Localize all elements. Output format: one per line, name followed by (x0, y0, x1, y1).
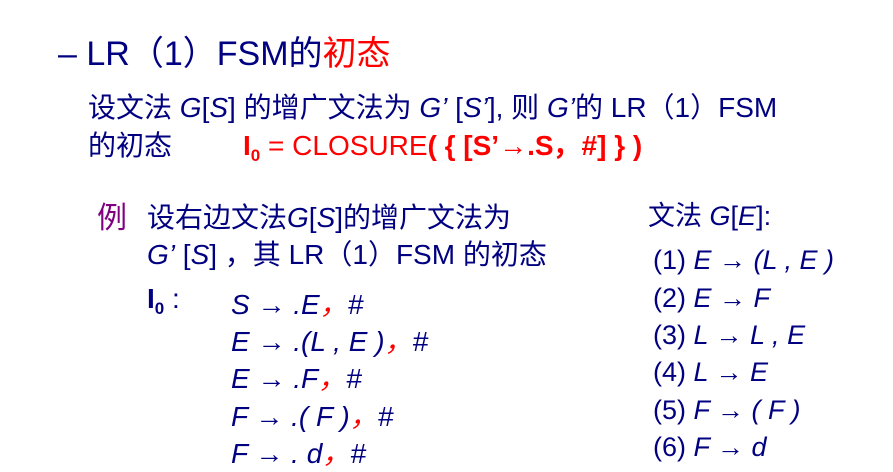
rule-number: (6) (653, 432, 694, 462)
item-production: F → . d (231, 438, 323, 469)
rule-number: (4) (653, 357, 694, 387)
grammar-symbol: G (179, 92, 202, 123)
item-lookahead: # (350, 438, 366, 469)
closure-text: = CLOSURE (260, 130, 428, 161)
item-lookahead: # (346, 363, 362, 394)
example-line-1: 设右边文法G[S]的增广文法为 (147, 196, 511, 236)
augmented-start-symbol: S’ (462, 92, 488, 123)
lr1-item: S → .E，# (231, 283, 363, 323)
state-colon: : (164, 283, 180, 314)
bracket: [ (308, 202, 317, 233)
page-title: – LR（1）FSM的初态 (58, 26, 391, 75)
state-subscript: 0 (154, 299, 165, 318)
augmented-grammar-symbol: G’ (147, 239, 175, 270)
item-separator: ， (322, 438, 351, 469)
grammar-rule: (5) F → ( F ) (653, 395, 801, 426)
start-symbol: S (190, 239, 210, 270)
rule-number: (1) (653, 245, 694, 275)
bracket: ]: (756, 201, 772, 231)
example-text: 设右边文法 (147, 202, 288, 233)
intro-text: ] 的增广文法为 (228, 92, 420, 123)
item-production: F → .( F ) (231, 401, 350, 432)
title-dash: – (58, 35, 77, 73)
item-separator: ， (349, 401, 378, 432)
rule-number: (5) (653, 395, 694, 425)
intro-text: 的初态 (88, 130, 173, 161)
item-lookahead: # (377, 401, 394, 432)
grammar-rule: (3) L → L , E (653, 320, 805, 351)
example-label: 例 (97, 202, 127, 235)
rule-body: F → d (693, 432, 767, 462)
closure-argument: ( { [S’→.S，#] } ) (427, 130, 643, 161)
grammar-rule: (1) E → (L , E ) (653, 245, 834, 276)
title-text: LR（1）FSM的 (86, 35, 323, 73)
item-production: S → .E (231, 289, 320, 320)
start-symbol: E (738, 201, 757, 231)
lr1-item: E → .(L , E )，# (231, 320, 428, 360)
lr1-item: F → . d，# (231, 432, 366, 472)
grammar-symbol: G (287, 202, 309, 233)
rule-number: (2) (653, 283, 694, 313)
intro-line-2: 的初态 (88, 124, 172, 164)
bracket: [ (175, 239, 191, 270)
rule-body: E → F (693, 283, 771, 313)
rule-body: E → (L , E ) (693, 245, 835, 275)
rule-body: L → E (693, 357, 769, 387)
example-text: ]的增广文法为 (335, 202, 512, 233)
intro-text: 的 LR（1）FSM (574, 92, 778, 123)
rule-number: (3) (653, 320, 694, 350)
intro-line-1: 设文法 G[S] 的增广文法为 G’ [S’], 则 G’的 LR（1）FSM (88, 86, 777, 126)
item-production: E → .(L , E ) (231, 326, 385, 357)
state-name: I (147, 283, 155, 314)
grammar-symbol: G (709, 201, 731, 231)
intro-text: ], 则 (487, 92, 547, 123)
augmented-grammar-symbol: G’ (419, 92, 448, 123)
grammar-rule: (4) L → E (653, 357, 768, 388)
grammar-rule: (2) E → F (653, 283, 770, 314)
example-line-2: G’ [S] ，其 LR（1）FSM 的初态 (147, 233, 547, 273)
item-production: E → .F (231, 363, 319, 394)
state-name: I (243, 130, 251, 161)
start-symbol: S (209, 92, 229, 123)
example-text: ] ，其 LR（1）FSM 的初态 (209, 239, 547, 270)
rule-body: L → L , E (693, 320, 806, 350)
grammar-rule: (6) F → d (653, 432, 767, 463)
title-highlight: 初态 (322, 35, 391, 73)
bracket: [ (447, 92, 463, 123)
lr1-item: E → .F，# (231, 357, 362, 397)
intro-text: 设文法 (88, 92, 180, 123)
start-symbol: S (316, 202, 336, 233)
grammar-title: 文法 G[E]: (648, 194, 771, 233)
lr1-item: F → .( F )，# (231, 395, 393, 435)
state-subscript: 0 (250, 146, 261, 165)
grammar-title-text: 文法 (648, 201, 710, 231)
rule-body: F → ( F ) (693, 395, 801, 425)
item-separator: ， (384, 326, 413, 357)
item-separator: ， (319, 289, 348, 320)
closure-formula: I0 = CLOSURE( { [S’→.S，#] } ) (243, 124, 642, 166)
item-lookahead: # (347, 289, 364, 320)
state-label: I0 : (147, 283, 180, 319)
item-lookahead: # (412, 326, 429, 357)
item-separator: ， (318, 363, 347, 394)
augmented-grammar-symbol: G’ (546, 92, 575, 123)
bracket: [ (730, 201, 739, 231)
